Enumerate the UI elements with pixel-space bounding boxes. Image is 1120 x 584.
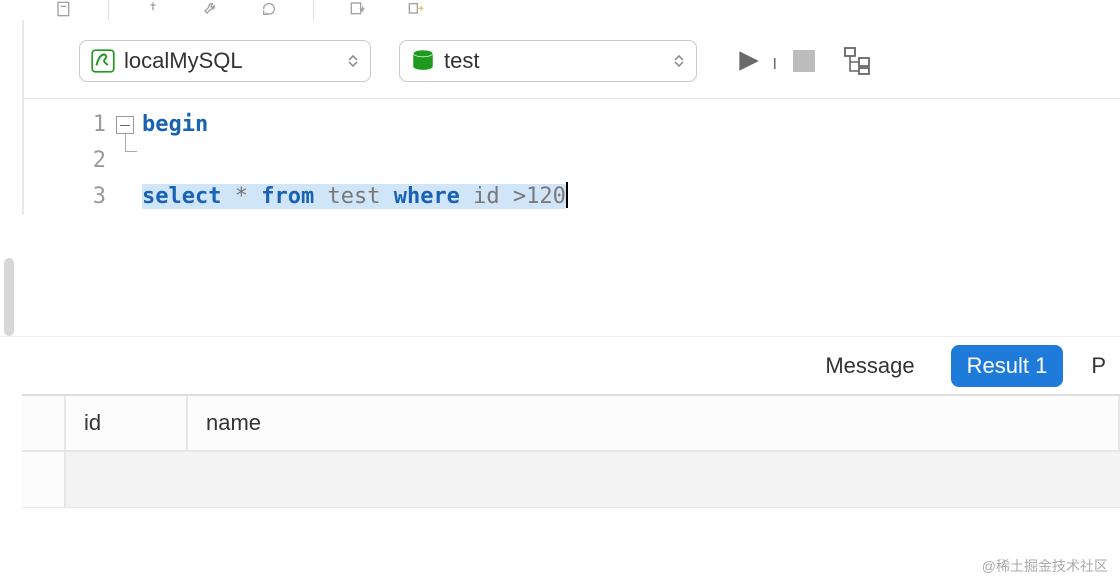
database-label: test (444, 48, 658, 74)
text-cursor-icon: I (773, 56, 777, 74)
fold-guide (125, 134, 137, 152)
stop-button[interactable] (793, 50, 815, 72)
separator (313, 0, 314, 20)
watermark: @稀土掘金技术社区 (982, 556, 1108, 576)
code-area[interactable]: begin select * from test where id >120 (142, 99, 1120, 215)
database-dropdown[interactable]: test (399, 40, 697, 82)
tab-partial[interactable]: P (1083, 345, 1106, 387)
run-button[interactable]: I (731, 46, 765, 76)
database-icon (410, 48, 436, 74)
left-scrollbar-thumb[interactable] (4, 258, 14, 336)
mysql-icon (90, 48, 116, 74)
tab-result-1[interactable]: Result 1 (951, 345, 1064, 387)
fold-toggle[interactable] (116, 116, 134, 134)
column-header-id[interactable]: id (66, 396, 188, 450)
fold-column (114, 99, 142, 215)
sql-editor[interactable]: 1 2 3 begin select * from test where id … (22, 98, 1120, 215)
pin-icon[interactable] (139, 0, 167, 18)
chevron-updown-icon (672, 51, 686, 71)
code-line[interactable] (142, 143, 1120, 179)
line-number: 3 (24, 179, 114, 215)
export-icon[interactable] (402, 0, 430, 18)
top-toolbar (0, 0, 1120, 20)
line-number: 1 (24, 107, 114, 143)
table-row (22, 452, 1120, 508)
line-gutter: 1 2 3 (24, 99, 114, 215)
text-cursor (566, 182, 568, 208)
wrench-icon[interactable] (197, 0, 225, 18)
row-header[interactable] (22, 452, 66, 507)
separator (108, 0, 109, 20)
connection-dropdown[interactable]: localMySQL (79, 40, 371, 82)
chevron-updown-icon (346, 51, 360, 71)
explain-plan-button[interactable] (843, 46, 873, 76)
row-header-corner[interactable] (22, 396, 66, 450)
list-down-icon[interactable] (344, 0, 372, 18)
document-icon[interactable] (50, 0, 78, 18)
line-number: 2 (24, 143, 114, 179)
result-table: id name (22, 394, 1120, 508)
result-tabs: Message Result 1 P (0, 336, 1120, 394)
connection-label: localMySQL (124, 48, 332, 74)
connection-row: localMySQL test I (22, 20, 1120, 98)
code-line[interactable]: begin (142, 107, 1120, 143)
run-controls: I (731, 46, 873, 76)
table-header: id name (22, 396, 1120, 452)
code-line[interactable]: select * from test where id >120 (142, 179, 1120, 215)
column-header-name[interactable]: name (188, 396, 1120, 450)
refresh-icon[interactable] (255, 0, 283, 18)
tab-message[interactable]: Message (809, 345, 930, 387)
